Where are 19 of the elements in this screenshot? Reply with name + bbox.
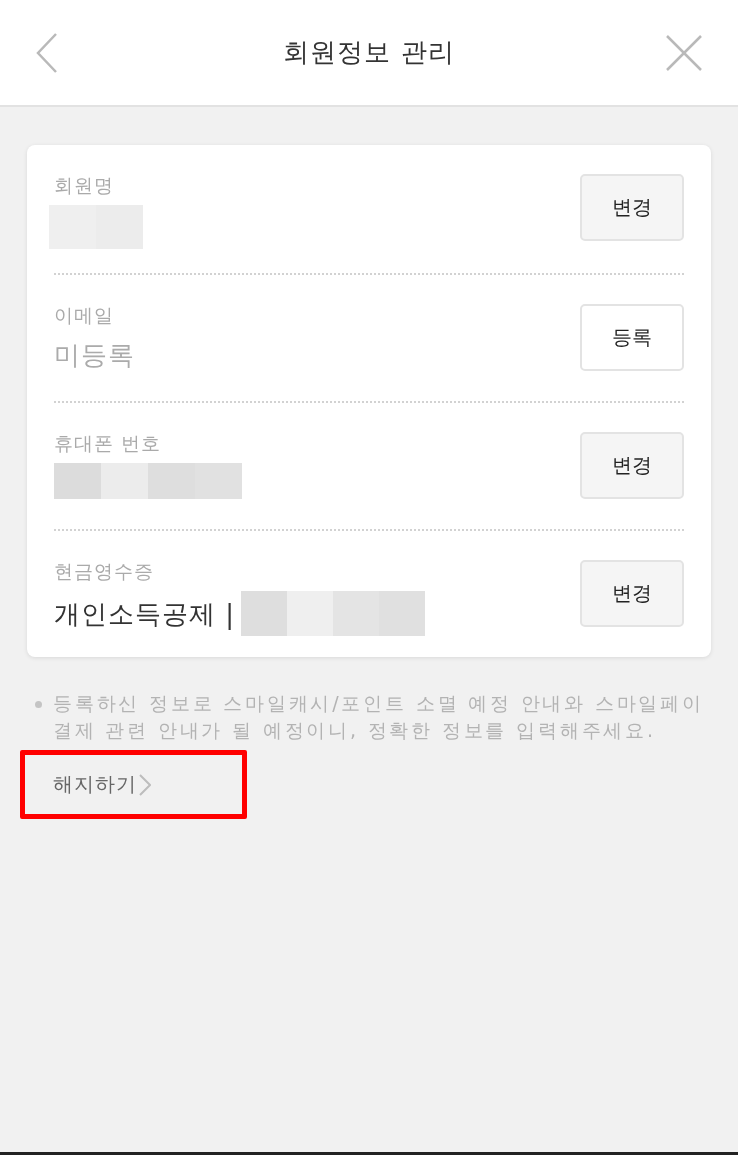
close-button[interactable] (666, 34, 702, 71)
field-action-button[interactable]: 변경 (580, 174, 684, 241)
back-chevron-icon (36, 32, 58, 73)
field-label: 회원명 (54, 173, 114, 197)
field-action-button[interactable]: 등록 (580, 304, 684, 371)
terminate-link[interactable]: 해지하기 (53, 771, 151, 798)
chevron-right-icon (139, 773, 151, 796)
field-value: 미등록 (54, 339, 135, 372)
bullet-dot-icon (35, 701, 42, 708)
page-title: 회원정보 관리 (283, 36, 455, 69)
field-label: 이메일 (54, 303, 114, 327)
field-action-button[interactable]: 변경 (580, 560, 684, 627)
field-label: 휴대폰 번호 (54, 431, 162, 455)
close-icon (666, 34, 702, 71)
field-label: 현금영수증 (54, 559, 154, 583)
field-action-button[interactable]: 변경 (580, 432, 684, 499)
field-value: 개인소득공제 | (54, 597, 236, 632)
notice-text: 등록하신 정보로 스마일캐시/포인트 소멸 예정 안내와 스마일페이 결제 관련 안내가 될 예정이니, 정확한 정보를 입력해주세요. (53, 691, 705, 743)
back-button[interactable] (36, 32, 58, 73)
